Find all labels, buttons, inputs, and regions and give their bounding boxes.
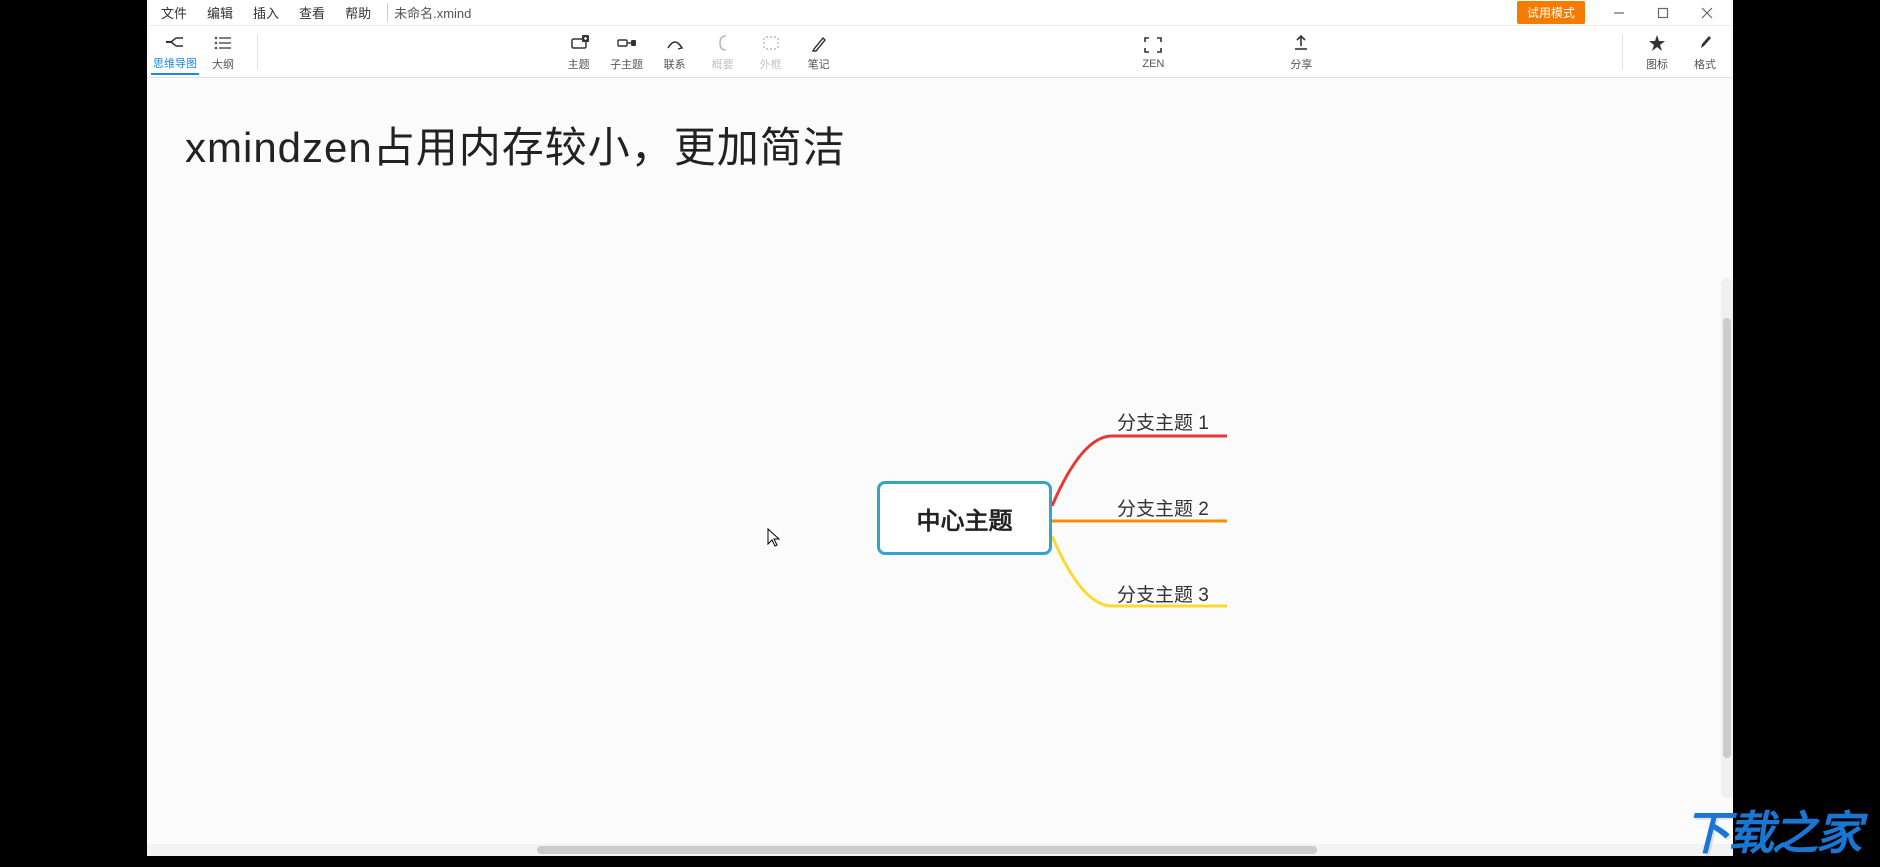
relation-label: 联系: [664, 56, 686, 72]
boundary-button: 外框: [747, 30, 795, 74]
menu-bar: 文件 编辑 插入 查看 帮助: [151, 0, 381, 26]
horizontal-scrollbar-thumb[interactable]: [537, 846, 1317, 854]
relation-icon: [665, 32, 685, 54]
window-controls: [1597, 1, 1729, 25]
titlebar: 文件 编辑 插入 查看 帮助 未命名.xmind 试用模式: [147, 0, 1733, 26]
mouse-cursor-icon: [767, 528, 781, 553]
trial-mode-badge[interactable]: 试用模式: [1517, 1, 1585, 24]
topic-icon: [569, 32, 589, 54]
vertical-scrollbar[interactable]: [1721, 278, 1733, 798]
subtopic-label: 子主题: [610, 56, 643, 72]
boundary-icon: [762, 32, 780, 54]
branch-topic-3[interactable]: 分支主题 3: [1117, 580, 1209, 607]
share-label: 分享: [1290, 56, 1312, 72]
topic-label: 主题: [568, 56, 590, 72]
subtopic-button[interactable]: 子主题: [603, 30, 651, 74]
menu-file[interactable]: 文件: [151, 0, 197, 26]
watermark-logo: 下载之家: [1684, 797, 1860, 863]
menu-help[interactable]: 帮助: [335, 0, 381, 26]
summary-label: 概要: [712, 56, 734, 72]
star-icon: [1648, 32, 1666, 54]
icons-label: 图标: [1646, 56, 1668, 72]
app-window: 文件 编辑 插入 查看 帮助 未命名.xmind 试用模式: [147, 0, 1733, 856]
zen-icon: [1144, 34, 1162, 56]
toolbar: 思维导图 大纲 主题 子主题: [147, 26, 1733, 78]
share-button[interactable]: 分享: [1277, 30, 1325, 74]
note-icon: [811, 32, 827, 54]
brush-icon: [1697, 32, 1713, 54]
format-button[interactable]: 格式: [1681, 30, 1729, 74]
view-mindmap-button[interactable]: 思维导图: [151, 29, 199, 75]
view-outline-label: 大纲: [212, 56, 234, 72]
relation-button[interactable]: 联系: [651, 30, 699, 74]
view-mindmap-label: 思维导图: [153, 55, 197, 71]
icons-button[interactable]: 图标: [1633, 30, 1681, 74]
topic-button[interactable]: 主题: [555, 30, 603, 74]
menu-view[interactable]: 查看: [289, 0, 335, 26]
branch-topic-2[interactable]: 分支主题 2: [1117, 494, 1209, 521]
note-label: 笔记: [808, 56, 830, 72]
toolbar-separator: [257, 34, 258, 70]
mindmap-canvas[interactable]: xmindzen占用内存较小，更加简洁 中心主题 分支主题 1 分支主题 2 分…: [147, 78, 1733, 856]
format-label: 格式: [1694, 56, 1716, 72]
vertical-scrollbar-thumb[interactable]: [1723, 318, 1731, 758]
summary-button: 概要: [699, 30, 747, 74]
center-topic-node[interactable]: 中心主题: [877, 481, 1052, 555]
subtopic-icon: [617, 32, 637, 54]
share-icon: [1293, 32, 1309, 54]
summary-icon: [716, 32, 730, 54]
boundary-label: 外框: [760, 56, 782, 72]
toolbar-separator: [1622, 34, 1623, 70]
canvas-headline: xmindzen占用内存较小，更加简洁: [185, 114, 846, 175]
outline-view-icon: [214, 32, 232, 54]
horizontal-scrollbar[interactable]: [147, 844, 1733, 856]
menu-insert[interactable]: 插入: [243, 0, 289, 26]
view-outline-button[interactable]: 大纲: [199, 30, 247, 74]
document-title: 未命名.xmind: [387, 3, 471, 22]
zen-button[interactable]: ZEN: [1129, 32, 1177, 72]
minimize-button[interactable]: [1597, 1, 1641, 25]
branch-topic-1[interactable]: 分支主题 1: [1117, 408, 1209, 435]
close-button[interactable]: [1685, 1, 1729, 25]
menu-edit[interactable]: 编辑: [197, 0, 243, 26]
note-button[interactable]: 笔记: [795, 30, 843, 74]
zen-label: ZEN: [1142, 58, 1164, 70]
mindmap-view-icon: [165, 31, 185, 53]
maximize-button[interactable]: [1641, 1, 1685, 25]
